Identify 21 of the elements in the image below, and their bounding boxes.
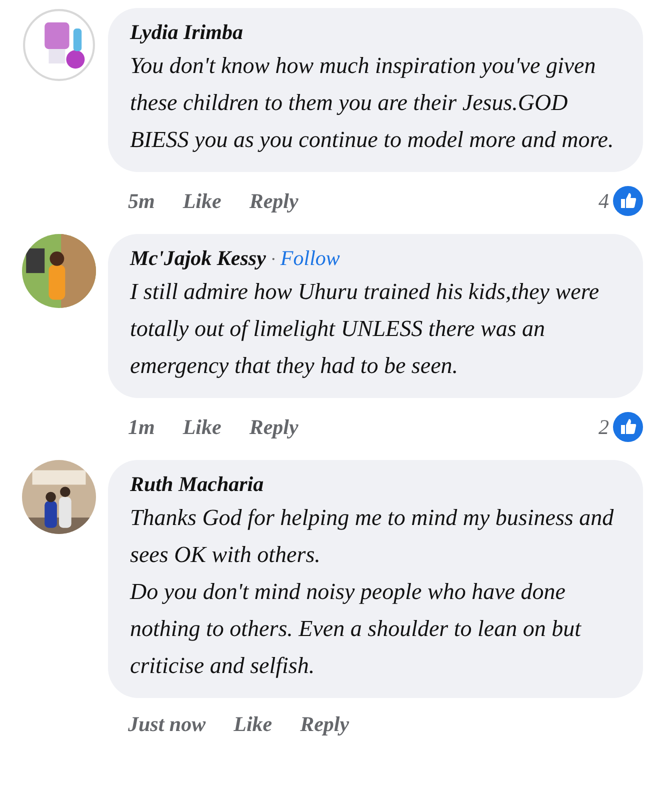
separator: · [270, 249, 276, 270]
action-link[interactable]: Reply [300, 712, 350, 737]
action-link[interactable]: Reply [249, 188, 298, 214]
action-link[interactable]: Like [234, 712, 272, 737]
reaction-count: 4 [598, 188, 609, 214]
author-name[interactable]: Mc'Jajok Kessy [130, 246, 266, 271]
like-icon [613, 412, 643, 442]
timestamp: Just now [128, 712, 206, 737]
author-name[interactable]: Ruth Macharia [130, 472, 264, 497]
comment-text: Thanks God for helping me to mind my business and sees OK with others. Do you don't mind noisy people who have done nothing to others. Even a shoulder to lean on but criticise and selfish. [130, 504, 615, 680]
timestamp: 1m [128, 414, 155, 440]
comment-text: You don't know how much inspiration you've given these children to them you are their Jesus.GOD BIESS you as you continue to model more and more. [130, 52, 615, 154]
author-name[interactable]: Lydia Irimba [130, 20, 243, 45]
comment-text: I still admire how Uhuru trained his kids,they were totally out of limelight UNLESS there was an emergency that they had to be seen. [130, 278, 600, 380]
timestamp: 5m [128, 188, 155, 214]
follow-link[interactable]: Follow [280, 246, 340, 271]
action-link[interactable]: Like [182, 188, 222, 214]
action-link[interactable]: Like [182, 414, 222, 440]
like-icon [613, 186, 643, 216]
reaction-count: 2 [598, 414, 609, 440]
action-link[interactable]: Reply [249, 414, 298, 440]
